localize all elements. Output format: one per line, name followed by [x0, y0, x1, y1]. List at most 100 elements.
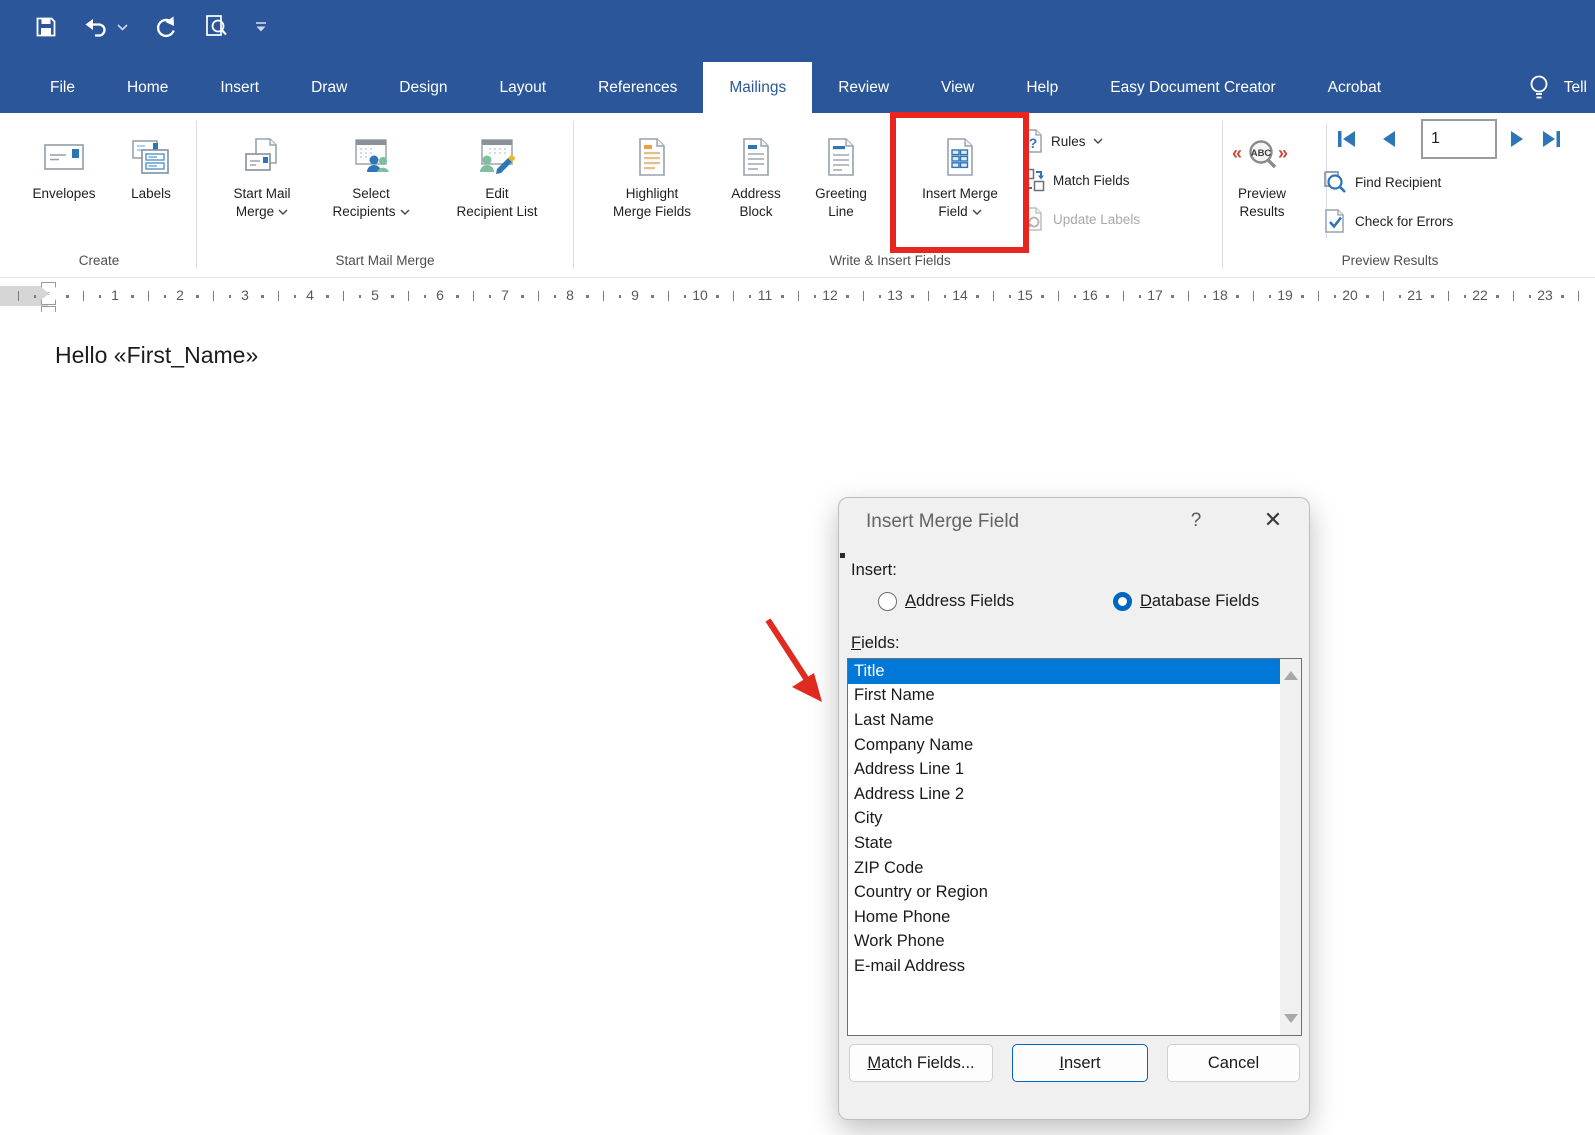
field-option[interactable]: Work Phone: [848, 930, 1301, 955]
ruler-tick: [277, 291, 279, 301]
print-preview-icon[interactable]: [202, 13, 230, 41]
ruler-tick: [423, 295, 427, 298]
field-option[interactable]: City: [848, 807, 1301, 832]
match-fields-icon: [1022, 167, 1046, 193]
rules-button[interactable]: ? Rules: [1022, 127, 1103, 155]
field-option[interactable]: Company Name: [848, 733, 1301, 758]
field-option[interactable]: ZIP Code: [848, 856, 1301, 881]
insert-section-label: Insert:: [851, 561, 897, 579]
customize-qat-icon[interactable]: [254, 21, 268, 34]
undo-dropdown-icon[interactable]: [117, 23, 128, 31]
svg-text:ABC: ABC: [1251, 148, 1272, 159]
field-option[interactable]: Title: [848, 659, 1301, 684]
database-fields-label[interactable]: Database Fields: [1140, 592, 1259, 611]
field-option[interactable]: E-mail Address: [848, 954, 1301, 979]
dialog-help-button[interactable]: ?: [1184, 510, 1208, 532]
ruler-tick: [732, 291, 734, 301]
address-fields-radio[interactable]: [878, 592, 897, 611]
ruler-tick: [943, 295, 947, 298]
ruler-tick: [602, 291, 604, 301]
address-block-button[interactable]: Address Block: [717, 123, 795, 265]
first-record-button[interactable]: [1336, 129, 1358, 149]
ruler-number: 4: [306, 287, 314, 303]
ruler-tick: [488, 295, 492, 298]
preview-results-button[interactable]: «ABC» Preview Results: [1218, 123, 1306, 265]
listbox-scrollbar[interactable]: [1280, 659, 1301, 1035]
insert-dialog-button[interactable]: Insert: [1012, 1044, 1148, 1082]
ruler-tick: [212, 291, 214, 301]
tell-me-area[interactable]: Tell: [1528, 62, 1587, 113]
ruler[interactable]: 1 2 3 4 5 6 7 8 9 10 11 12 13 14 15 16 17 18 19 20 21 22 23: [0, 282, 1595, 314]
match-fields-button[interactable]: Match Fields: [1022, 166, 1130, 194]
ribbon-tab[interactable]: References: [572, 62, 703, 113]
ribbon-tab[interactable]: Layout: [474, 62, 573, 113]
match-fields-dialog-button[interactable]: Match Fields...: [849, 1044, 993, 1082]
ruler-number: 15: [1017, 287, 1033, 303]
ribbon-tab[interactable]: File: [24, 62, 101, 113]
ruler-tick: [976, 295, 979, 298]
document-canvas[interactable]: Hello «First_Name»: [0, 312, 1595, 1135]
chevron-down-icon: [278, 209, 288, 215]
ruler-tick: [163, 295, 167, 298]
ruler-tick: [391, 295, 394, 298]
ribbon-tab[interactable]: Acrobat: [1302, 62, 1407, 113]
ruler-number: 16: [1082, 287, 1098, 303]
dialog-title: Insert Merge Field: [866, 511, 1020, 532]
scroll-up-icon[interactable]: [1284, 671, 1298, 680]
edit-recipient-list-button[interactable]: Edit Recipient List: [432, 123, 562, 265]
field-option[interactable]: Address Line 2: [848, 782, 1301, 807]
ruler-number: 18: [1212, 287, 1228, 303]
next-record-button[interactable]: [1508, 129, 1530, 149]
ribbon-tab[interactable]: Draw: [285, 62, 373, 113]
greeting-line-button[interactable]: Greeting Line: [798, 123, 884, 265]
save-icon[interactable]: [34, 15, 58, 39]
highlight-merge-fields-button[interactable]: Highlight Merge Fields: [588, 123, 716, 265]
ruler-tick: [1041, 295, 1044, 298]
ruler-number: 7: [501, 287, 509, 303]
scroll-down-icon[interactable]: [1284, 1014, 1298, 1023]
database-fields-radio[interactable]: [1113, 592, 1132, 611]
ruler-number: 2: [176, 287, 184, 303]
ribbon-tab[interactable]: Design: [373, 62, 473, 113]
ruler-tick: [586, 295, 589, 298]
field-option[interactable]: First Name: [848, 684, 1301, 709]
ribbon-tab[interactable]: Mailings: [703, 62, 813, 113]
previous-record-button[interactable]: [1380, 129, 1402, 149]
find-recipient-button[interactable]: Find Recipient: [1322, 168, 1441, 196]
ribbon-tab[interactable]: View: [915, 62, 1000, 113]
insert-merge-field-button[interactable]: Insert Merge Field: [896, 123, 1024, 265]
field-option[interactable]: Address Line 1: [848, 757, 1301, 782]
cancel-dialog-button[interactable]: Cancel: [1167, 1044, 1300, 1082]
record-number-input[interactable]: [1421, 119, 1497, 159]
field-option[interactable]: Home Phone: [848, 905, 1301, 930]
field-option[interactable]: Country or Region: [848, 880, 1301, 905]
last-record-button[interactable]: [1540, 129, 1562, 149]
redo-icon[interactable]: [152, 14, 178, 40]
document-text[interactable]: Hello «First_Name»: [55, 342, 258, 369]
ribbon-tab[interactable]: Home: [101, 62, 194, 113]
svg-text:?: ?: [1029, 135, 1038, 151]
ribbon-tab[interactable]: Insert: [194, 62, 285, 113]
fields-listbox[interactable]: Title First Name Last Name Company Name Addr…: [847, 658, 1302, 1036]
labels-button[interactable]: Labels: [112, 123, 190, 265]
ruler-number: 10: [692, 287, 708, 303]
start-mail-merge-button[interactable]: Start Mail Merge: [213, 123, 311, 265]
ruler-tick: [1561, 295, 1564, 298]
field-option[interactable]: Last Name: [848, 708, 1301, 733]
field-option[interactable]: State: [848, 831, 1301, 856]
undo-icon[interactable]: [82, 15, 108, 39]
check-for-errors-button[interactable]: Check for Errors: [1322, 207, 1453, 235]
ruler-tick: [797, 291, 799, 301]
ribbon-tab[interactable]: Review: [812, 62, 915, 113]
select-recipients-button[interactable]: Select Recipients: [316, 123, 426, 265]
ruler-tick: [1073, 295, 1077, 298]
ruler-number: 17: [1147, 287, 1163, 303]
envelopes-button[interactable]: Envelopes: [18, 123, 110, 265]
ribbon-tab[interactable]: Help: [1000, 62, 1084, 113]
quick-access-toolbar: [34, 13, 268, 41]
ribbon-tab[interactable]: Easy Document Creator: [1084, 62, 1301, 113]
dialog-close-button[interactable]: ✕: [1259, 507, 1287, 533]
preview-results-icon: « ABC »: [1231, 129, 1293, 185]
address-fields-label[interactable]: Address Fields: [905, 592, 1014, 611]
ruler-number: 12: [822, 287, 838, 303]
